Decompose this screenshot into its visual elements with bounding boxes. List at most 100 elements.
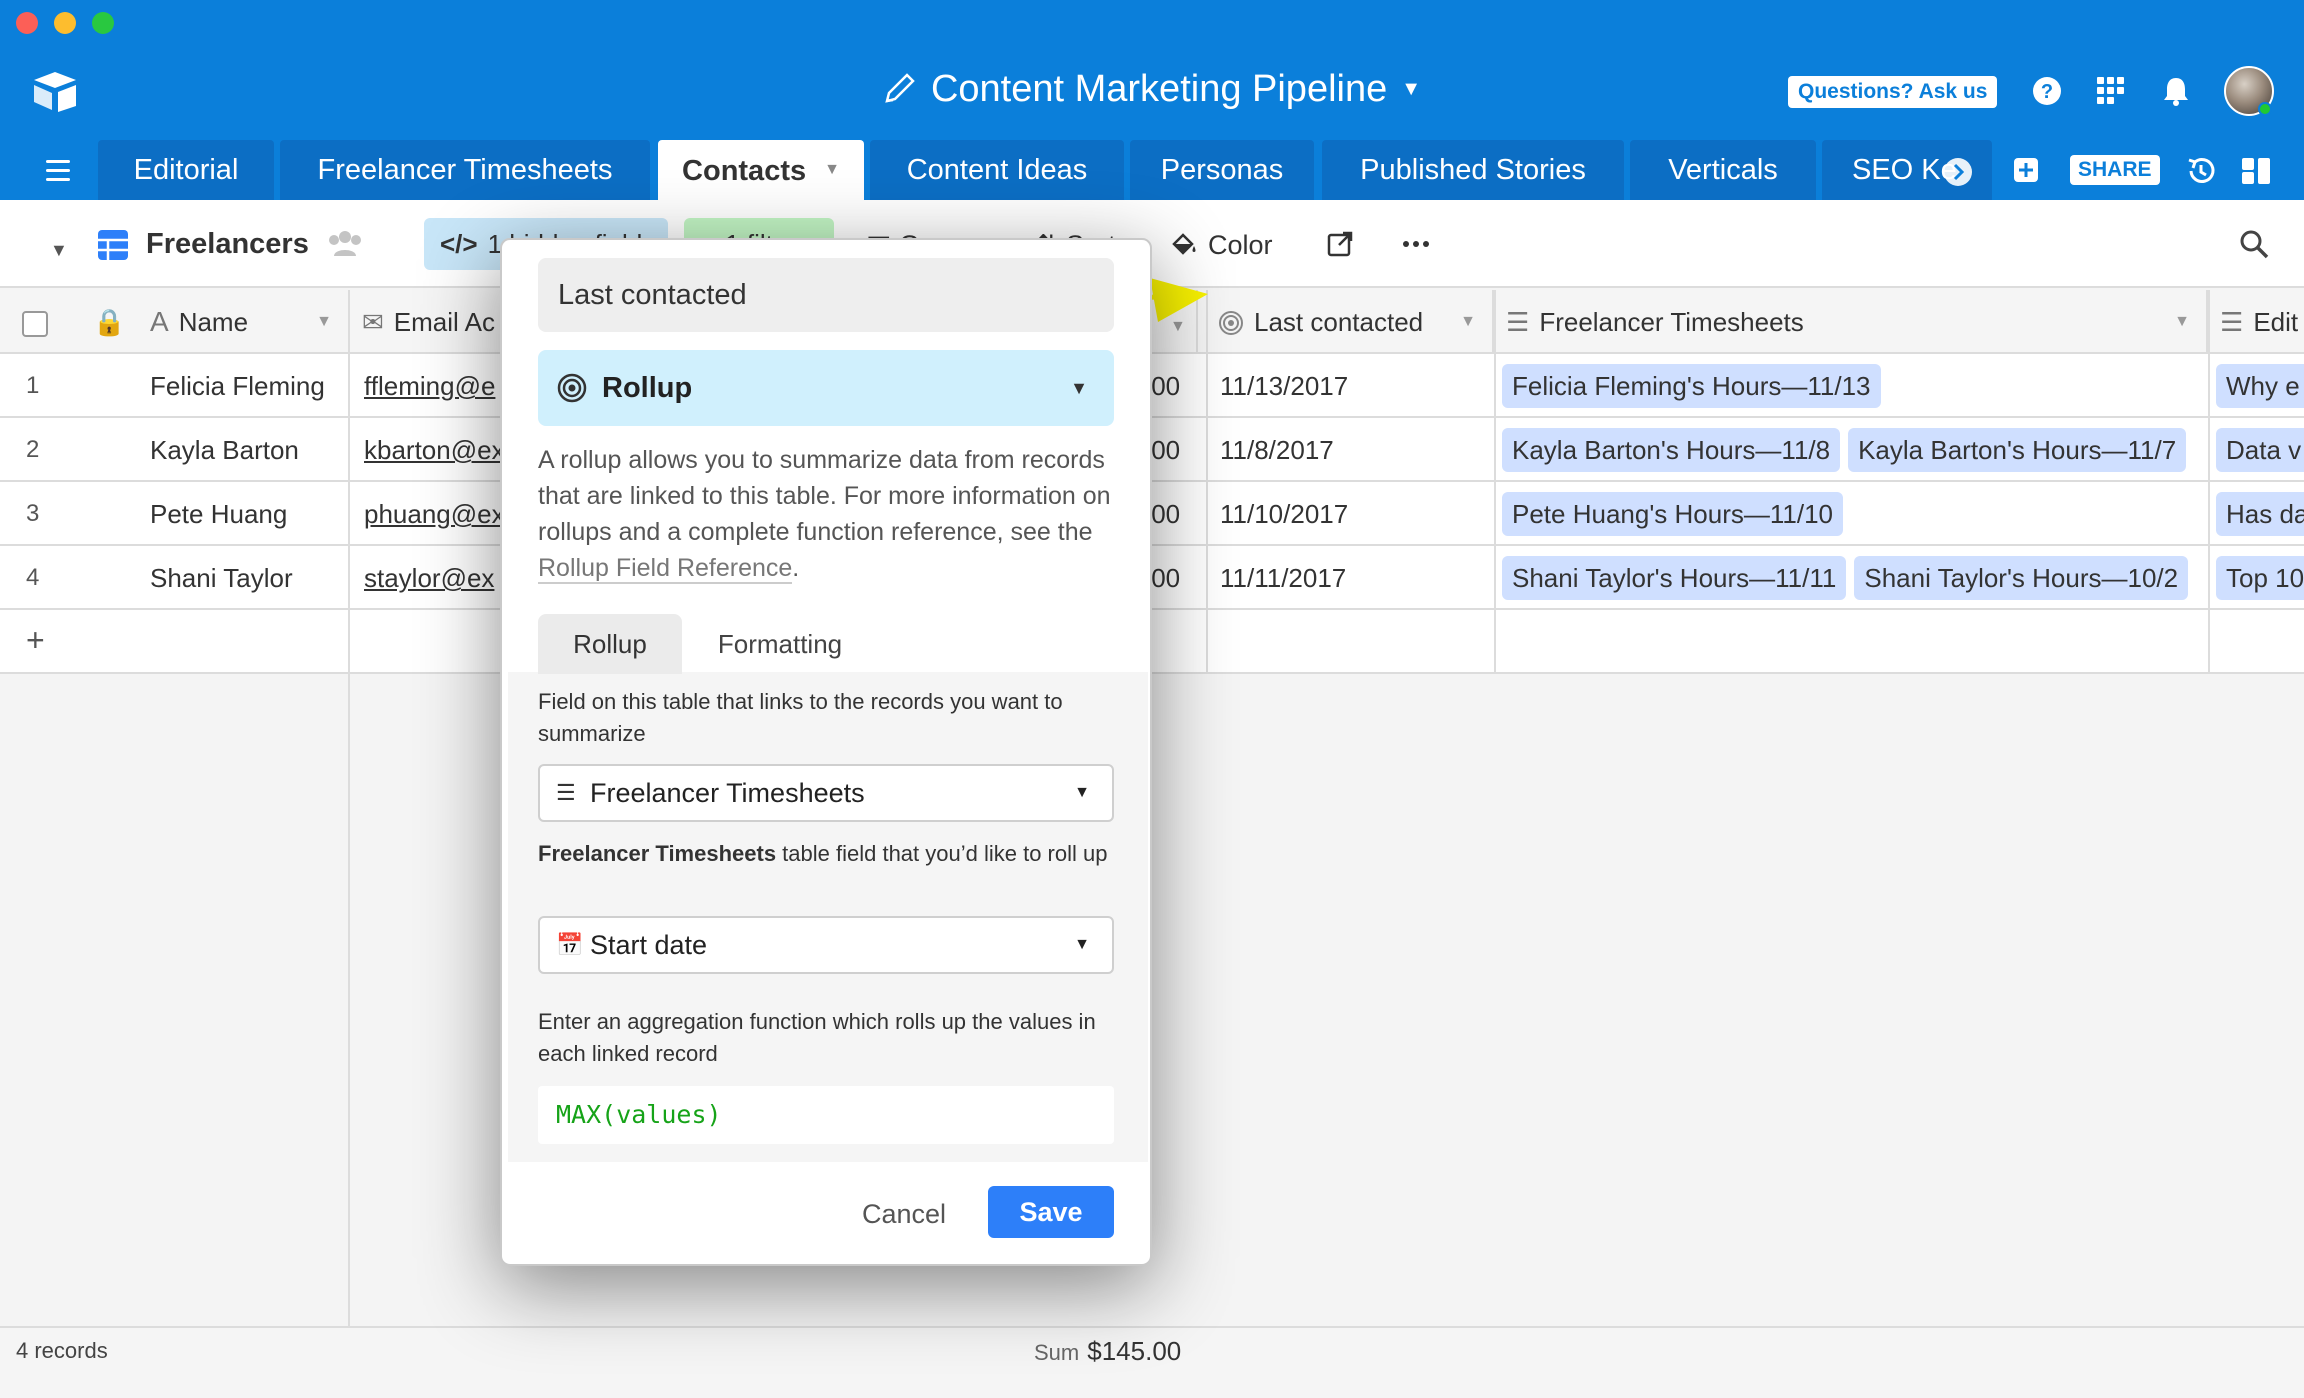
email-cell[interactable]: phuang@ex [352, 482, 502, 546]
collaborators-icon[interactable] [326, 228, 364, 258]
linked-record-chip[interactable]: Data v [2216, 428, 2304, 472]
linked-record-chip[interactable]: Pete Huang's Hours—11/10 [1502, 492, 1844, 536]
linked-record-chip[interactable]: Kayla Barton's Hours—11/7 [1848, 428, 2187, 472]
linked-record-chip[interactable]: Shani Taylor's Hours—11/11 [1502, 556, 1847, 600]
linked-record-chip[interactable]: Has da [2216, 492, 2304, 536]
link-field-value: Freelancer Timesheets [590, 778, 865, 808]
timesheets-cell[interactable]: Shani Taylor's Hours—11/11 Shani Taylor's… [1496, 546, 2206, 610]
column-header-timesheets[interactable]: ☰ Freelancer Timesheets ▼ [1494, 290, 2208, 354]
column-header-email[interactable]: ✉ Email Ac [350, 290, 510, 354]
tab-freelancer-timesheets[interactable]: Freelancer Timesheets [280, 140, 650, 200]
editorial-cell[interactable]: Has da [2210, 482, 2304, 546]
paint-bucket-icon[interactable] [1170, 230, 1198, 258]
column-header-name-label: Name [178, 307, 249, 337]
sum-value: $145.00 [1087, 1336, 1182, 1366]
svg-text:?: ? [2041, 81, 2053, 103]
blocks-icon[interactable] [2240, 156, 2272, 186]
editorial-cell[interactable]: Data v [2210, 418, 2304, 482]
tab-published-stories[interactable]: Published Stories [1322, 140, 1624, 200]
table-row[interactable]: 2 Kayla Barton kbarton@ex .00 11/8/2017 … [0, 418, 2304, 482]
name-cell[interactable]: Felicia Fleming [138, 354, 350, 418]
menu-hamburger-icon[interactable] [46, 160, 70, 187]
color-button[interactable]: Color [1208, 230, 1273, 261]
column-header-editorial[interactable]: ☰ Edit [2208, 290, 2304, 354]
email-cell[interactable]: ffleming@e [352, 354, 502, 418]
rollup-field-value: Start date [590, 930, 708, 960]
link-field-select[interactable]: ☰ Freelancer Timesheets ▼ [538, 764, 1114, 822]
add-record-row[interactable] [0, 610, 2304, 674]
table-row[interactable]: 1 Felicia Fleming ffleming@e .00 11/13/2… [0, 354, 2304, 418]
name-cell[interactable]: Kayla Barton [138, 418, 350, 482]
tab-formatting[interactable]: Formatting [692, 614, 868, 674]
column-caret-icon[interactable]: ▼ [316, 290, 332, 354]
column-header-last-contacted[interactable]: Last contacted ▼ [1206, 290, 1494, 354]
share-view-icon[interactable] [1326, 230, 1354, 258]
tab-content-ideas[interactable]: Content Ideas [870, 140, 1124, 200]
aggregation-formula-input[interactable]: MAX(values) [538, 1086, 1114, 1144]
column-caret-icon[interactable]: ▼ [2174, 290, 2190, 354]
tab-editorial[interactable]: Editorial [98, 140, 274, 200]
rollup-field-select[interactable]: 📅 Start date ▼ [538, 916, 1114, 974]
chevron-down-icon[interactable]: ▼ [824, 161, 840, 178]
search-icon[interactable] [2238, 228, 2270, 260]
help-icon[interactable]: ? [2030, 74, 2064, 108]
share-button[interactable]: SHARE [2070, 155, 2160, 185]
last-contacted-cell[interactable]: 11/8/2017 [1208, 418, 1494, 482]
window-zoom-button[interactable] [92, 12, 114, 34]
rollup-field-icon [1219, 311, 1243, 335]
timesheets-cell[interactable]: Pete Huang's Hours—11/10 [1496, 482, 2206, 546]
ask-us-button[interactable]: Questions? Ask us [1788, 76, 1998, 108]
linked-record-chip[interactable]: Why e [2216, 364, 2304, 408]
email-cell[interactable]: staylor@ex [352, 546, 502, 610]
tab-rollup[interactable]: Rollup [538, 614, 682, 674]
last-contacted-cell[interactable]: 11/10/2017 [1208, 482, 1494, 546]
linked-record-chip[interactable]: Kayla Barton's Hours—11/8 [1502, 428, 1841, 472]
scroll-tabs-right-icon[interactable] [1942, 156, 1974, 188]
rollup-reference-link[interactable]: Rollup Field Reference [538, 554, 793, 584]
field-name-input[interactable]: Last contacted [538, 258, 1114, 332]
table-row[interactable]: 3 Pete Huang phuang@ex .00 11/10/2017 Pe… [0, 482, 2304, 546]
tab-verticals[interactable]: Verticals [1630, 140, 1816, 200]
column-header-timesheets-label: Freelancer Timesheets [1539, 307, 1804, 337]
table-row[interactable]: 4 Shani Taylor staylor@ex .00 11/11/2017… [0, 546, 2304, 610]
cancel-button[interactable]: Cancel [862, 1188, 946, 1240]
add-table-icon[interactable] [2012, 156, 2040, 184]
linked-record-chip[interactable]: Shani Taylor's Hours—10/2 [1854, 556, 2189, 600]
save-button[interactable]: Save [988, 1186, 1114, 1238]
select-all-checkbox[interactable] [22, 311, 48, 337]
tab-personas[interactable]: Personas [1130, 140, 1314, 200]
last-contacted-cell[interactable]: 11/11/2017 [1208, 546, 1494, 610]
apps-grid-icon[interactable] [2094, 74, 2128, 108]
column-header-name[interactable]: A Name ▼ [138, 290, 350, 354]
email-cell[interactable]: kbarton@ex [352, 418, 502, 482]
view-name[interactable]: Freelancers [146, 228, 309, 261]
text-field-icon: A [150, 306, 169, 337]
name-cell[interactable]: Shani Taylor [138, 546, 350, 610]
linked-record-chip[interactable]: Top 10 [2216, 556, 2304, 600]
rollup-field-label-text: table field that you’d like to roll up [776, 841, 1108, 866]
base-title-text: Content Marketing Pipeline [930, 68, 1388, 110]
window-minimize-button[interactable] [54, 12, 76, 34]
lock-icon: 🔒 [93, 307, 126, 337]
view-menu-caret-icon[interactable]: ▼ [50, 240, 68, 261]
add-record-plus-icon[interactable]: + [26, 622, 45, 659]
notification-bell-icon[interactable] [2160, 74, 2192, 108]
more-options-icon[interactable] [1402, 240, 1430, 248]
editorial-cell[interactable]: Why e [2210, 354, 2304, 418]
linked-record-chip[interactable]: Felicia Fleming's Hours—11/13 [1502, 364, 1881, 408]
sum-summary[interactable]: Sum $145.00 [1034, 1336, 1181, 1367]
name-cell[interactable]: Pete Huang [138, 482, 350, 546]
window-close-button[interactable] [16, 12, 38, 34]
column-caret-icon[interactable]: ▼ [1460, 290, 1476, 354]
timesheets-cell[interactable]: Felicia Fleming's Hours—11/13 [1496, 354, 2206, 418]
column-divider [2208, 290, 2210, 674]
timesheets-cell[interactable]: Kayla Barton's Hours—11/8 Kayla Barton's … [1496, 418, 2206, 482]
last-contacted-cell[interactable]: 11/13/2017 [1208, 354, 1494, 418]
field-type-select[interactable]: Rollup ▼ [538, 350, 1114, 426]
tab-contacts[interactable]: Contacts ▼ [658, 140, 864, 200]
row-number: 3 [26, 500, 40, 527]
column-header-email-label: Email Ac [393, 307, 495, 337]
editorial-cell[interactable]: Top 10 [2210, 546, 2304, 610]
column-divider [1206, 290, 1208, 674]
history-icon[interactable] [2184, 154, 2218, 188]
